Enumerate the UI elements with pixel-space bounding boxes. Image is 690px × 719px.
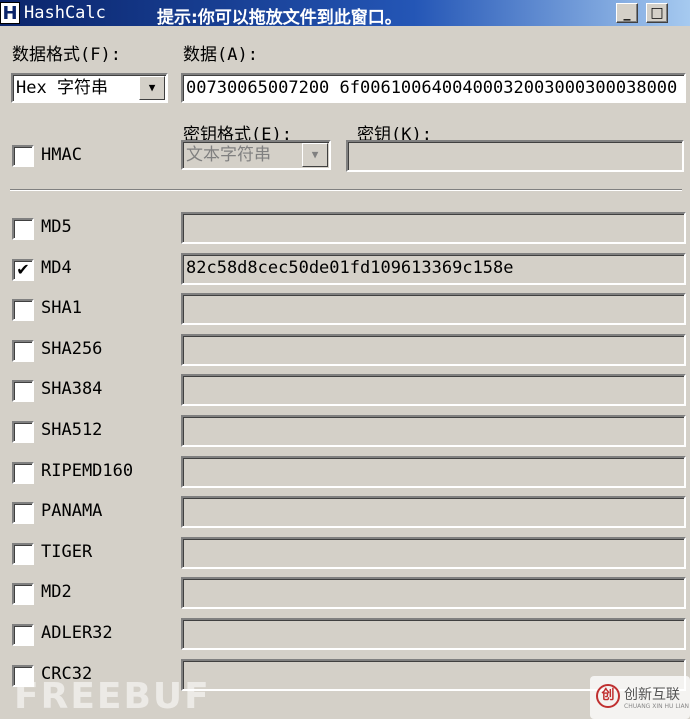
hash-checkbox-sha256[interactable] bbox=[12, 340, 34, 362]
hash-label-sha512: SHA512 bbox=[41, 420, 103, 440]
hash-label-sha256: SHA256 bbox=[41, 339, 103, 359]
data-input[interactable]: 00730065007200 6f00610064004000320030003… bbox=[181, 73, 686, 103]
hash-label-panama: PANAMA bbox=[41, 501, 103, 521]
hash-checkbox-sha1[interactable] bbox=[12, 299, 34, 321]
hash-output-adler32[interactable] bbox=[181, 618, 686, 650]
hash-output-sha384[interactable] bbox=[181, 374, 686, 406]
hash-label-ripemd160: RIPEMD160 bbox=[41, 461, 134, 481]
data-label: 数据(A): bbox=[183, 45, 258, 65]
hash-output-sha512[interactable] bbox=[181, 415, 686, 447]
hash-output-md2[interactable] bbox=[181, 577, 686, 609]
hash-checkbox-adler32[interactable] bbox=[12, 624, 34, 646]
key-input[interactable] bbox=[346, 140, 684, 172]
hash-output-value: 82c58d8cec50de01fd109613369c158e bbox=[186, 258, 514, 278]
key-format-value: 文本字符串 bbox=[186, 145, 271, 165]
hash-checkbox-sha512[interactable] bbox=[12, 421, 34, 443]
hash-checkbox-tiger[interactable] bbox=[12, 543, 34, 565]
window-title: HashCalc bbox=[24, 3, 106, 23]
divider bbox=[10, 189, 682, 191]
hash-checkbox-sha384[interactable] bbox=[12, 380, 34, 402]
data-format-label: 数据格式(F): bbox=[12, 45, 121, 65]
chuangxin-logo-icon: 创 bbox=[596, 684, 620, 708]
key-format-dropdown-icon[interactable]: ▼ bbox=[302, 143, 328, 167]
key-format-select[interactable]: 文本字符串 ▼ bbox=[181, 140, 331, 170]
data-input-value: 00730065007200 6f00610064004000320030003… bbox=[186, 78, 678, 98]
minimize-button[interactable]: _ bbox=[616, 3, 638, 23]
hash-label-sha384: SHA384 bbox=[41, 379, 103, 399]
hash-checkbox-ripemd160[interactable] bbox=[12, 462, 34, 484]
hash-output-sha256[interactable] bbox=[181, 334, 686, 366]
hash-label-md4: MD4 bbox=[41, 258, 72, 278]
chuangxin-watermark: 创 创新互联 CHUANG XIN HU LIAN bbox=[590, 676, 690, 719]
window-hint: 提示:你可以拖放文件到此窗口。 bbox=[157, 8, 402, 28]
hash-label-sha1: SHA1 bbox=[41, 298, 82, 318]
data-format-dropdown-icon[interactable]: ▼ bbox=[139, 76, 165, 100]
hash-checkbox-md4[interactable]: ✔ bbox=[12, 259, 34, 281]
hash-output-md5[interactable] bbox=[181, 212, 686, 244]
hash-label-md2: MD2 bbox=[41, 582, 72, 602]
data-format-select[interactable]: Hex 字符串 ▼ bbox=[11, 73, 168, 103]
hash-output-tiger[interactable] bbox=[181, 537, 686, 569]
app-icon[interactable]: H bbox=[0, 2, 20, 24]
freebuf-watermark: FREEBUF bbox=[14, 676, 211, 717]
hmac-label: HMAC bbox=[41, 145, 82, 165]
hash-label-md5: MD5 bbox=[41, 217, 72, 237]
chuangxin-subtext: CHUANG XIN HU LIAN bbox=[624, 703, 690, 710]
hash-output-ripemd160[interactable] bbox=[181, 456, 686, 488]
maximize-button[interactable]: □ bbox=[646, 3, 668, 23]
data-format-value: Hex 字符串 bbox=[16, 78, 108, 98]
chuangxin-text: 创新互联 bbox=[624, 687, 680, 703]
hash-output-sha1[interactable] bbox=[181, 293, 686, 325]
hash-checkbox-panama[interactable] bbox=[12, 502, 34, 524]
hash-label-tiger: TIGER bbox=[41, 542, 93, 562]
hash-label-adler32: ADLER32 bbox=[41, 623, 113, 643]
hash-output-panama[interactable] bbox=[181, 496, 686, 528]
title-bar[interactable]: H HashCalc 提示:你可以拖放文件到此窗口。 _ □ bbox=[0, 0, 690, 28]
hash-checkbox-md5[interactable] bbox=[12, 218, 34, 240]
hmac-checkbox[interactable] bbox=[12, 145, 34, 167]
hash-checkbox-md2[interactable] bbox=[12, 583, 34, 605]
hash-output-md4[interactable]: 82c58d8cec50de01fd109613369c158e bbox=[181, 253, 686, 285]
